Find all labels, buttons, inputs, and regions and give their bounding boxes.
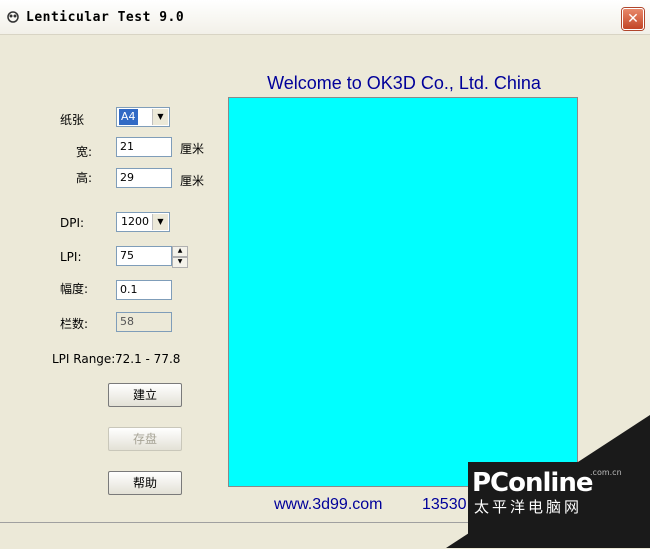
lpi-range-label: LPI Range: — [52, 352, 116, 366]
paper-select[interactable]: A4 ▼ — [116, 107, 170, 127]
height-unit: 厘米 — [180, 174, 205, 188]
help-button[interactable]: 帮助 — [108, 471, 182, 495]
columns-field: 58 — [116, 312, 172, 332]
lpi-label: LPI: — [60, 250, 82, 264]
width-input[interactable]: 21 — [116, 137, 172, 157]
spin-down-icon[interactable]: ▼ — [172, 257, 188, 268]
chevron-down-icon[interactable]: ▼ — [152, 214, 168, 230]
paper-value: A4 — [119, 109, 138, 125]
title-bar[interactable]: Lenticular Test 9.0 ✕ — [0, 0, 650, 35]
paper-label: 纸张 — [60, 113, 85, 127]
create-button[interactable]: 建立 — [108, 383, 182, 407]
watermark-brand: PConline — [472, 468, 593, 498]
watermark-domain: .com.cn — [590, 468, 622, 477]
spin-up-icon[interactable]: ▲ — [172, 246, 188, 257]
lpi-input[interactable]: 75 — [116, 246, 172, 266]
dpi-value: 1200 — [121, 215, 149, 228]
chevron-down-icon[interactable]: ▼ — [152, 109, 168, 125]
lpi-spinner[interactable]: ▲ ▼ — [172, 246, 188, 268]
range-label: 幅度: — [60, 282, 89, 296]
save-button: 存盘 — [108, 427, 182, 451]
window-title: Lenticular Test 9.0 — [26, 10, 185, 25]
close-button[interactable]: ✕ — [622, 8, 644, 30]
columns-label: 栏数: — [60, 317, 89, 331]
app-logo-icon — [7, 11, 19, 23]
width-label: 宽: — [76, 145, 93, 159]
lpi-range-value: 72.1 - 77.8 — [115, 352, 181, 366]
close-icon: ✕ — [627, 11, 639, 27]
height-label: 高: — [76, 171, 93, 185]
range-input[interactable]: 0.1 — [116, 280, 172, 300]
dpi-label: DPI: — [60, 216, 85, 230]
width-unit: 厘米 — [180, 142, 205, 156]
welcome-heading: Welcome to OK3D Co., Ltd. China — [267, 73, 541, 93]
height-input[interactable]: 29 — [116, 168, 172, 188]
website-text: www.3d99.com — [274, 496, 383, 513]
dpi-select[interactable]: 1200 ▼ — [116, 212, 170, 232]
watermark-chinese: 太平洋电脑网 — [474, 498, 583, 516]
